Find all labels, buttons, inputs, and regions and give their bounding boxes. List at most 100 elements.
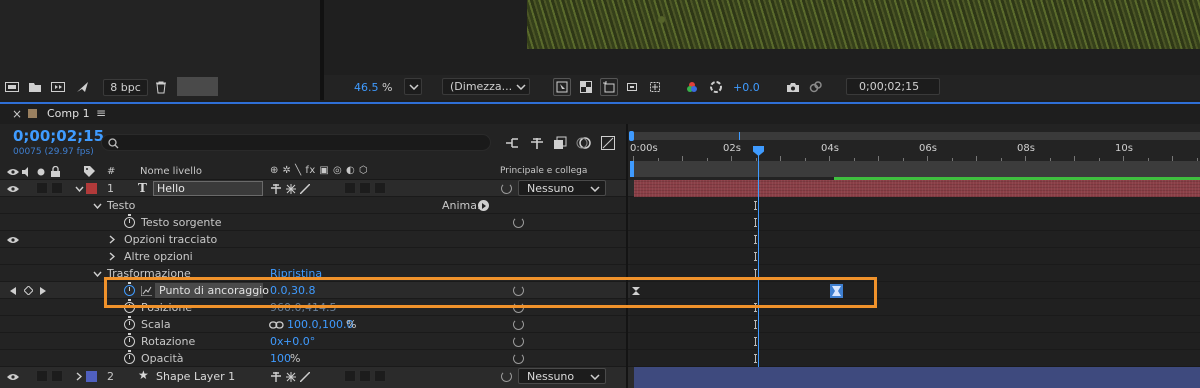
frame-blending-icon[interactable] [551, 134, 569, 152]
stopwatch-icon[interactable] [124, 214, 135, 228]
zoom-value[interactable]: 46.5 [354, 81, 379, 94]
stopwatch-icon[interactable] [124, 333, 135, 347]
stopwatch-active-icon[interactable] [124, 282, 135, 296]
bit-depth-button[interactable]: 8 bpc [103, 79, 148, 96]
work-area-bar[interactable] [630, 161, 1200, 177]
new-composition-icon[interactable] [50, 80, 66, 94]
position-value[interactable]: 960.0,414.5 [270, 301, 336, 314]
transparency-grid-icon[interactable] [577, 78, 595, 96]
scale-value[interactable]: 100.0,100.0 [287, 318, 353, 331]
twirl-closed-icon[interactable] [107, 234, 117, 245]
color-channels-icon[interactable] [684, 79, 700, 95]
quality-switch-icon[interactable] [299, 371, 310, 382]
pick-whip-icon[interactable] [501, 183, 512, 194]
effects-switch[interactable] [344, 370, 356, 382]
layer-name-field[interactable]: Hello [153, 181, 263, 196]
show-snapshot-icon[interactable] [808, 79, 824, 95]
shy-switch-icon[interactable] [270, 371, 281, 382]
region-of-interest-icon[interactable] [623, 78, 641, 96]
add-keyframe-icon[interactable] [23, 285, 33, 296]
graph-editor-icon[interactable] [599, 134, 617, 152]
quality-switch-icon[interactable] [299, 183, 310, 194]
pick-whip-icon[interactable] [513, 353, 524, 364]
solo-switch[interactable] [36, 182, 48, 194]
keyframe-selected-icon[interactable] [829, 283, 843, 298]
exposure-value[interactable]: +0.0 [733, 81, 760, 94]
current-time-display[interactable]: 0;00;02;15 [846, 78, 940, 95]
grid-guides-icon[interactable] [646, 78, 664, 96]
mask-visibility-icon[interactable] [600, 78, 618, 96]
reset-link[interactable]: Ripristina [270, 267, 322, 280]
opacity-value[interactable]: 100 [270, 352, 291, 365]
render-queue-icon[interactable] [75, 80, 91, 94]
timecode-display[interactable]: 0;00;02;15 [13, 127, 104, 145]
twirl-closed-icon[interactable] [107, 251, 117, 262]
video-visibility-icon[interactable] [7, 183, 19, 194]
motion-blur-icon[interactable] [575, 134, 593, 152]
frame-blend-switch[interactable] [359, 182, 371, 194]
anchor-point-value[interactable]: 0.0,30.8 [270, 284, 315, 297]
panel-menu-icon[interactable]: ≡ [96, 106, 106, 120]
layer-1-duration-bar[interactable] [634, 180, 1200, 197]
pick-whip-icon[interactable] [513, 285, 524, 296]
pick-whip-icon[interactable] [513, 217, 524, 228]
pick-whip-icon[interactable] [513, 319, 524, 330]
solo-switch[interactable] [36, 370, 48, 382]
new-folder-icon[interactable] [27, 80, 43, 94]
stopwatch-icon[interactable] [124, 350, 135, 364]
lock-switch[interactable] [51, 370, 63, 382]
collapse-switch-icon[interactable] [285, 183, 296, 194]
twirl-open-icon[interactable] [92, 269, 102, 279]
layer-label-color[interactable] [86, 371, 97, 382]
layer-name[interactable]: Shape Layer 1 [156, 370, 235, 383]
layer-name-column-header[interactable]: Nome livello [140, 166, 202, 177]
work-area-start[interactable] [630, 161, 634, 177]
animate-play-icon[interactable] [478, 200, 489, 211]
comp-tab-label[interactable]: Comp 1 [47, 107, 90, 120]
draft-3d-icon[interactable] [528, 134, 546, 152]
constrain-proportions-icon[interactable] [269, 320, 284, 329]
pick-whip-icon[interactable] [513, 302, 524, 313]
snapshot-camera-icon[interactable] [785, 79, 801, 95]
zoom-dropdown[interactable] [404, 78, 422, 95]
layer-search-input[interactable] [101, 134, 491, 151]
keyframe-start-icon[interactable] [631, 286, 640, 295]
effects-switch[interactable] [344, 182, 356, 194]
layer-label-color[interactable] [86, 183, 97, 194]
comp-mini-flowchart-icon[interactable] [504, 134, 522, 152]
stopwatch-icon[interactable] [124, 299, 135, 313]
parent-dropdown[interactable]: Nessuno [518, 368, 606, 384]
interpret-footage-icon[interactable] [4, 80, 20, 94]
lock-switch[interactable] [51, 182, 63, 194]
stopwatch-icon[interactable] [124, 316, 135, 330]
time-navigator-start[interactable] [629, 131, 634, 141]
color-swatch[interactable] [177, 77, 218, 96]
twirl-closed-icon[interactable] [74, 371, 84, 382]
frame-blend-switch[interactable] [359, 370, 371, 382]
parent-dropdown[interactable]: Nessuno [518, 180, 606, 196]
video-visibility-icon[interactable] [7, 234, 19, 245]
shy-switch-icon[interactable] [270, 183, 281, 194]
motion-blur-switch[interactable] [374, 370, 386, 382]
rotation-degrees[interactable]: +0.0° [283, 335, 315, 348]
trash-icon[interactable] [154, 80, 168, 94]
time-navigator-bar[interactable] [630, 132, 1200, 140]
layer-2-duration-bar[interactable] [634, 367, 1200, 388]
pick-whip-icon[interactable] [501, 371, 512, 382]
close-tab-button[interactable]: × [12, 107, 22, 121]
pick-whip-icon[interactable] [513, 336, 524, 347]
motion-blur-switch[interactable] [374, 182, 386, 194]
resolution-dropdown[interactable]: (Dimezza... [442, 78, 530, 95]
rotation-revolutions[interactable]: 0x [270, 335, 284, 348]
collapse-switch-icon[interactable] [285, 371, 296, 382]
fast-preview-icon[interactable] [553, 78, 571, 96]
twirl-open-icon[interactable] [74, 183, 85, 194]
video-visibility-icon[interactable] [7, 371, 19, 382]
twirl-open-icon[interactable] [92, 201, 102, 211]
next-keyframe-icon[interactable] [39, 286, 47, 295]
previous-keyframe-icon[interactable] [9, 286, 17, 295]
time-ruler[interactable]: 0:00s 02s 04s 06s 08s 10s [630, 142, 1200, 161]
graph-icon[interactable] [140, 285, 152, 296]
timeline-splitter[interactable] [626, 124, 628, 388]
color-management-icon[interactable] [708, 79, 724, 95]
